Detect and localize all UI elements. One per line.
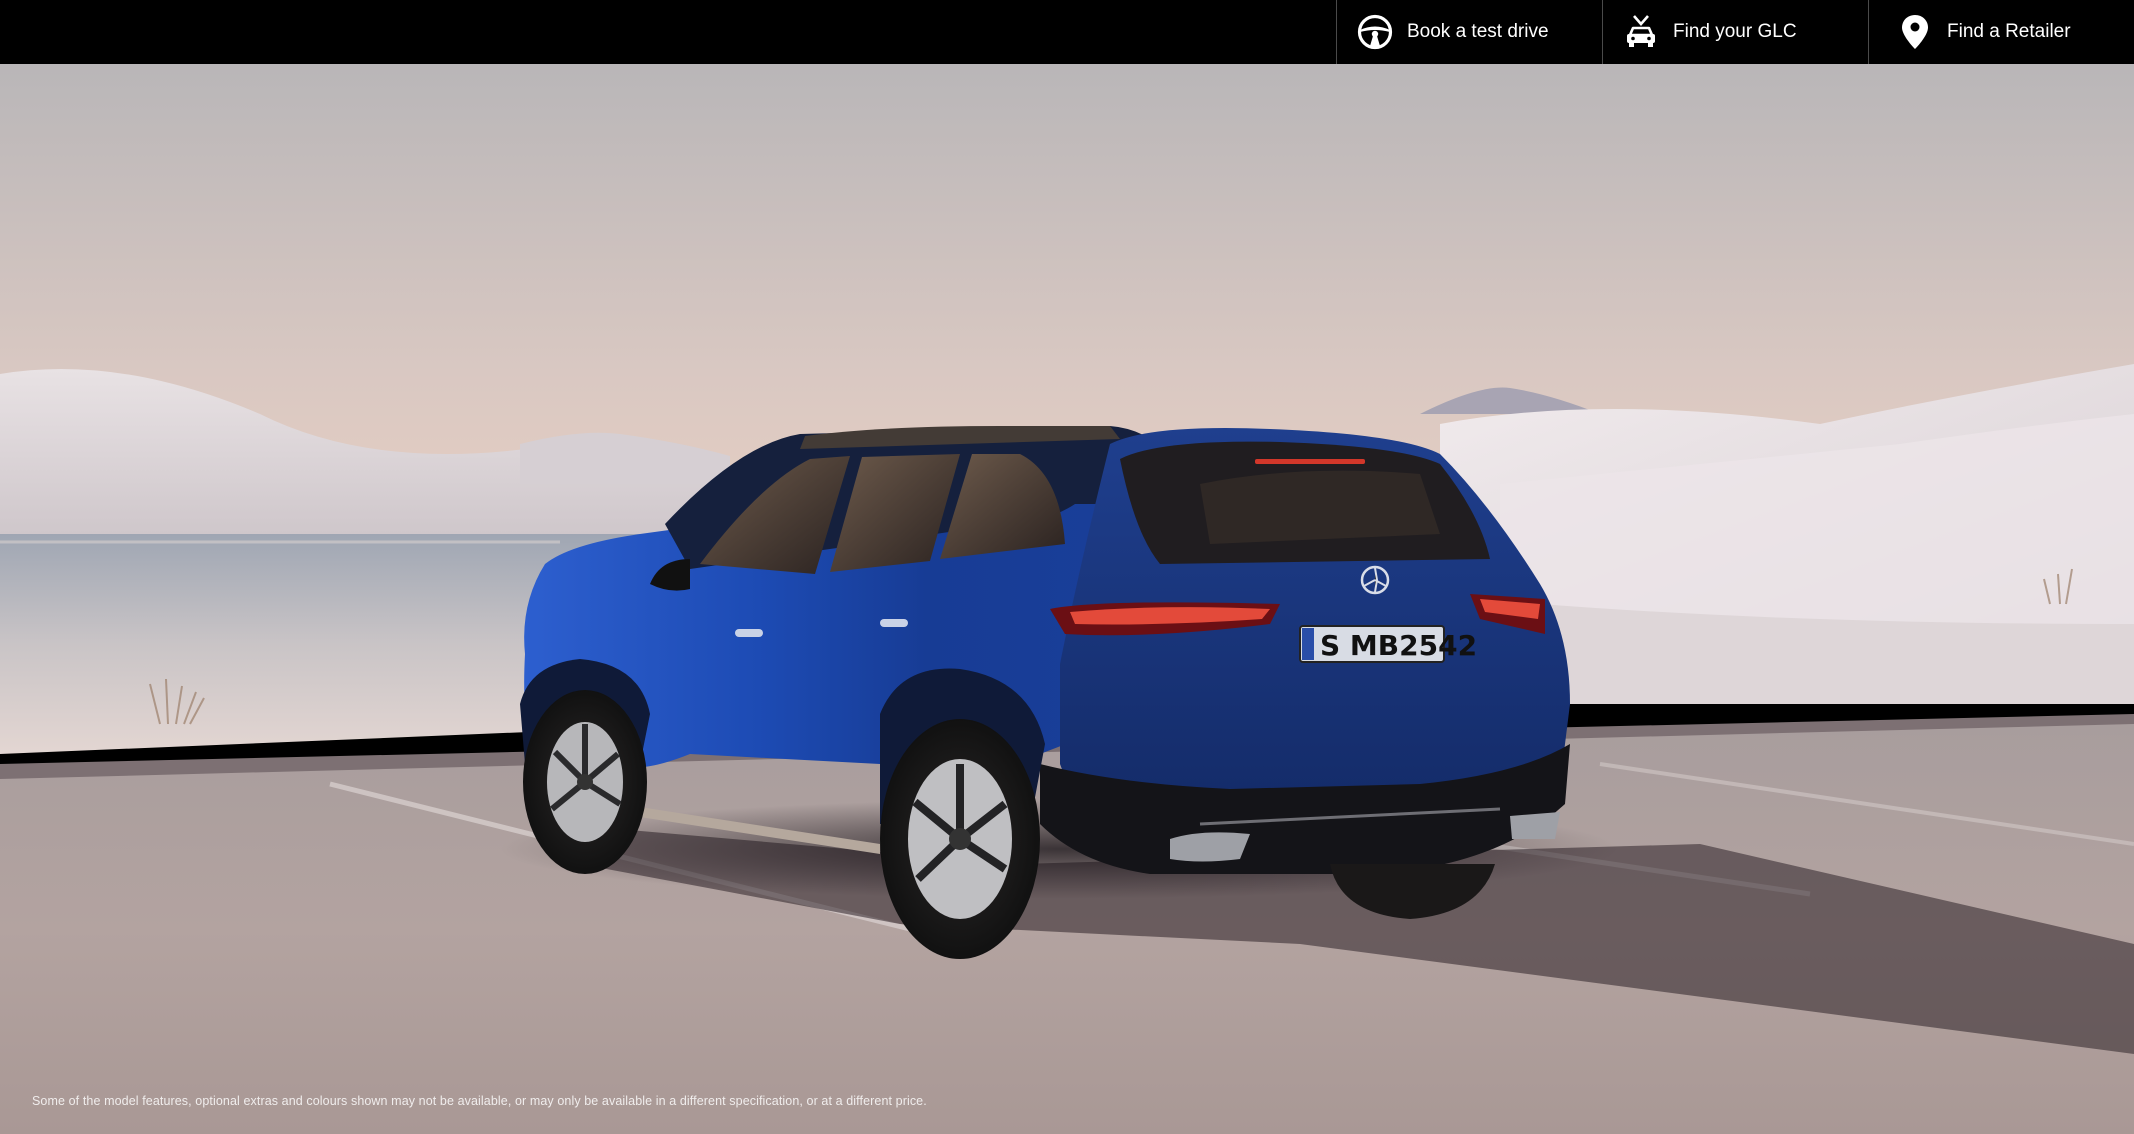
car-search-icon <box>1621 12 1661 52</box>
license-plate: S MB2542 <box>1299 625 1477 663</box>
find-your-glc-label: Find your GLC <box>1673 21 1797 42</box>
hero-scene: S MB2542 <box>0 64 2134 1134</box>
book-test-drive-link[interactable]: Book a test drive <box>1336 0 1602 64</box>
page: Book a test drive Find your GLC Find a R… <box>0 0 2134 1134</box>
wheel-front <box>523 690 647 874</box>
disclaimer-text: Some of the model features, optional ext… <box>32 1094 927 1108</box>
steering-wheel-icon <box>1355 12 1395 52</box>
top-nav: Book a test drive Find your GLC Find a R… <box>1336 0 2134 64</box>
find-your-glc-link[interactable]: Find your GLC <box>1602 0 1868 64</box>
wheel-rear <box>880 719 1040 959</box>
location-pin-icon <box>1895 12 1935 52</box>
find-retailer-label: Find a Retailer <box>1947 21 2071 42</box>
license-plate-text: S MB2542 <box>1320 629 1477 662</box>
top-bar: Book a test drive Find your GLC Find a R… <box>0 0 2134 64</box>
hero-image: S MB2542 Some of the model features, opt… <box>0 64 2134 1134</box>
find-retailer-link[interactable]: Find a Retailer <box>1868 0 2134 64</box>
book-test-drive-label: Book a test drive <box>1407 21 1549 42</box>
